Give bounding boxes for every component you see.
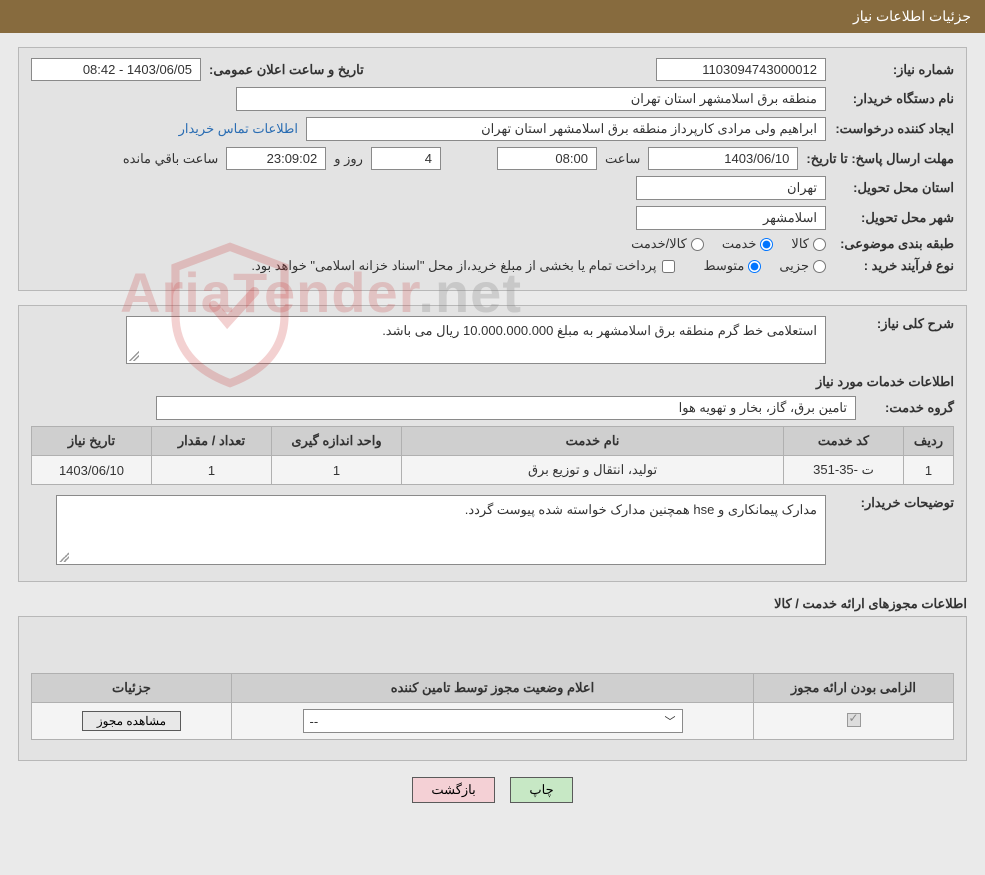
- page-title-bar: جزئیات اطلاعات نیاز: [0, 0, 985, 33]
- deadline-label: مهلت ارسال پاسخ: تا تاریخ:: [806, 151, 954, 167]
- deadline-date-value: 1403/06/10: [648, 147, 798, 170]
- payment-note: پرداخت تمام یا بخشی از مبلغ خرید،از محل …: [251, 258, 675, 274]
- col-code: کد خدمت: [784, 427, 904, 456]
- days-label: روز و: [334, 151, 363, 167]
- category-goods[interactable]: کالا: [791, 236, 826, 252]
- cell-unit: 1: [272, 456, 402, 485]
- auth-details-cell: مشاهده مجوز: [32, 703, 232, 740]
- col-date: تاریخ نیاز: [32, 427, 152, 456]
- purchase-type-group: جزیی متوسط: [703, 258, 826, 274]
- select-placeholder: --: [310, 714, 319, 729]
- need-id-value: 1103094743000012: [656, 58, 826, 81]
- services-table: ردیف کد خدمت نام خدمت واحد اندازه گیری ت…: [31, 426, 954, 485]
- col-name: نام خدمت: [402, 427, 784, 456]
- category-service[interactable]: خدمت: [722, 236, 774, 252]
- category-radio-group: کالا خدمت کالا/خدمت: [631, 236, 826, 252]
- category-label: طبقه بندی موضوعی:: [834, 236, 954, 252]
- auth-required-checkbox: [847, 713, 861, 727]
- announce-dt-label: تاریخ و ساعت اعلان عمومی:: [209, 62, 364, 78]
- auth-section: الزامی بودن ارائه مجوز اعلام وضعیت مجوز …: [18, 616, 967, 761]
- info-section: شماره نیاز: 1103094743000012 تاریخ و ساع…: [18, 47, 967, 291]
- col-row: ردیف: [904, 427, 954, 456]
- buyer-org-value: منطقه برق اسلامشهر استان تهران: [236, 87, 826, 111]
- remaining-days-value: 4: [371, 147, 441, 170]
- overall-desc-value[interactable]: استعلامی خط گرم منطقه برق اسلامشهر به مب…: [126, 316, 826, 364]
- page-title: جزئیات اطلاعات نیاز: [853, 8, 971, 24]
- announce-dt-value: 1403/06/05 - 08:42: [31, 58, 201, 81]
- province-value: تهران: [636, 176, 826, 200]
- cell-name: تولید، انتقال و توزیع برق: [402, 456, 784, 485]
- city-value: اسلامشهر: [636, 206, 826, 230]
- cell-date: 1403/06/10: [32, 456, 152, 485]
- chevron-down-icon: ﹀: [665, 713, 676, 729]
- auth-col-details: جزئیات: [32, 674, 232, 703]
- purchase-type-label: نوع فرآیند خرید :: [834, 258, 954, 274]
- back-button[interactable]: بازگشت: [412, 777, 494, 803]
- time-label: ساعت: [605, 151, 640, 167]
- auth-section-title: اطلاعات مجوزهای ارائه خدمت / کالا: [18, 596, 967, 612]
- buyer-notes-label: توضیحات خریدار:: [834, 495, 954, 511]
- auth-status-select[interactable]: ﹀ --: [303, 709, 683, 733]
- service-group-value: تامین برق، گاز، بخار و تهویه هوا: [156, 396, 856, 420]
- cell-code: ت -35-351: [784, 456, 904, 485]
- view-auth-button[interactable]: مشاهده مجوز: [82, 711, 181, 731]
- auth-col-required: الزامی بودن ارائه مجوز: [754, 674, 954, 703]
- auth-table: الزامی بودن ارائه مجوز اعلام وضعیت مجوز …: [31, 673, 954, 740]
- buyer-contact-link[interactable]: اطلاعات تماس خریدار: [179, 121, 298, 137]
- service-group-label: گروه خدمت:: [864, 400, 954, 416]
- deadline-time-value: 08:00: [497, 147, 597, 170]
- auth-status-cell: ﹀ --: [232, 703, 754, 740]
- auth-row: ﹀ -- مشاهده مجوز: [32, 703, 954, 740]
- cell-qty: 1: [152, 456, 272, 485]
- auth-required-cell: [754, 703, 954, 740]
- purchase-medium[interactable]: متوسط: [703, 258, 761, 274]
- table-row: 1 ت -35-351 تولید، انتقال و توزیع برق 1 …: [32, 456, 954, 485]
- print-button[interactable]: چاپ: [510, 777, 572, 803]
- need-id-label: شماره نیاز:: [834, 62, 954, 78]
- action-buttons: چاپ بازگشت: [0, 777, 985, 803]
- purchase-partial[interactable]: جزیی: [779, 258, 826, 274]
- city-label: شهر محل تحویل:: [834, 210, 954, 226]
- auth-col-status: اعلام وضعیت مجوز توسط تامین کننده: [232, 674, 754, 703]
- category-both[interactable]: کالا/خدمت: [631, 236, 704, 252]
- services-section: شرح کلی نیاز: استعلامی خط گرم منطقه برق …: [18, 305, 967, 582]
- table-header-row: ردیف کد خدمت نام خدمت واحد اندازه گیری ت…: [32, 427, 954, 456]
- auth-header-row: الزامی بودن ارائه مجوز اعلام وضعیت مجوز …: [32, 674, 954, 703]
- cell-row: 1: [904, 456, 954, 485]
- buyer-notes-value[interactable]: مدارک پیمانکاری و hse همچنین مدارک خواست…: [56, 495, 826, 565]
- col-qty: تعداد / مقدار: [152, 427, 272, 456]
- services-header: اطلاعات خدمات مورد نیاز: [31, 374, 954, 390]
- overall-desc-label: شرح کلی نیاز:: [834, 316, 954, 332]
- remaining-time-value: 23:09:02: [226, 147, 326, 170]
- buyer-org-label: نام دستگاه خریدار:: [834, 91, 954, 107]
- requester-value: ابراهیم ولی مرادی کارپرداز منطقه برق اسل…: [306, 117, 826, 141]
- remaining-label: ساعت باقي مانده: [123, 151, 218, 167]
- payment-checkbox[interactable]: [662, 260, 675, 273]
- col-unit: واحد اندازه گیری: [272, 427, 402, 456]
- requester-label: ایجاد کننده درخواست:: [834, 121, 954, 137]
- province-label: استان محل تحویل:: [834, 180, 954, 196]
